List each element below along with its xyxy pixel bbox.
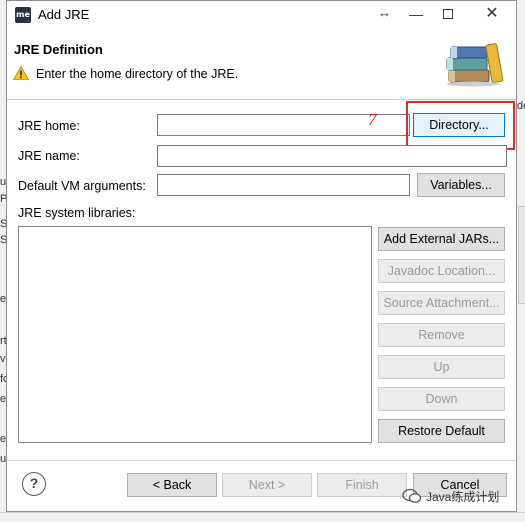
resize-icon: ↔ — [378, 5, 391, 20]
wizard-header — [7, 30, 516, 100]
jre-name-input[interactable] — [157, 145, 507, 167]
footer-separator — [7, 460, 516, 461]
jre-home-label: JRE home: — [18, 119, 80, 133]
books-library-icon — [446, 43, 504, 87]
annotation-marker: 7 — [368, 110, 377, 129]
help-icon[interactable]: ? — [22, 472, 46, 496]
remove-button[interactable]: Remove — [378, 323, 505, 347]
maximize-button[interactable] — [434, 3, 462, 25]
jre-name-label: JRE name: — [18, 149, 80, 163]
next-button[interactable]: Next > — [222, 473, 312, 497]
header-message: Enter the home directory of the JRE. — [36, 67, 239, 81]
variables-button[interactable]: Variables... — [417, 173, 505, 197]
jre-libraries-list[interactable] — [18, 226, 372, 443]
highlight-box — [406, 101, 515, 150]
wechat-icon — [402, 488, 422, 503]
down-button[interactable]: Down — [378, 387, 505, 411]
vm-args-label: Default VM arguments: — [18, 179, 146, 193]
bg-fragment: de — [517, 100, 525, 112]
page-title: JRE Definition — [14, 42, 103, 57]
warning-icon — [13, 66, 29, 80]
vm-args-input[interactable] — [157, 174, 410, 196]
minimize-button[interactable]: — — [402, 3, 430, 25]
watermark-text: Java练成计划 — [426, 490, 500, 504]
javadoc-location-button[interactable]: Javadoc Location... — [378, 259, 505, 283]
jre-libraries-label: JRE system libraries: — [18, 206, 136, 220]
background-window-bottom-edge — [0, 512, 525, 522]
back-button[interactable]: < Back — [127, 473, 217, 497]
restore-default-button[interactable]: Restore Default — [378, 419, 505, 443]
window-title: Add JRE — [38, 7, 90, 22]
bg-scrollbar — [518, 206, 525, 304]
source-attachment-button[interactable]: Source Attachment... — [378, 291, 505, 315]
maximize-icon — [443, 9, 453, 19]
add-external-jars-button[interactable]: Add External JARs... — [378, 227, 505, 251]
up-button[interactable]: Up — [378, 355, 505, 379]
eclipse-app-icon: me — [15, 7, 31, 23]
finish-button[interactable]: Finish — [317, 473, 407, 497]
close-button[interactable]: ✕ — [478, 3, 506, 25]
